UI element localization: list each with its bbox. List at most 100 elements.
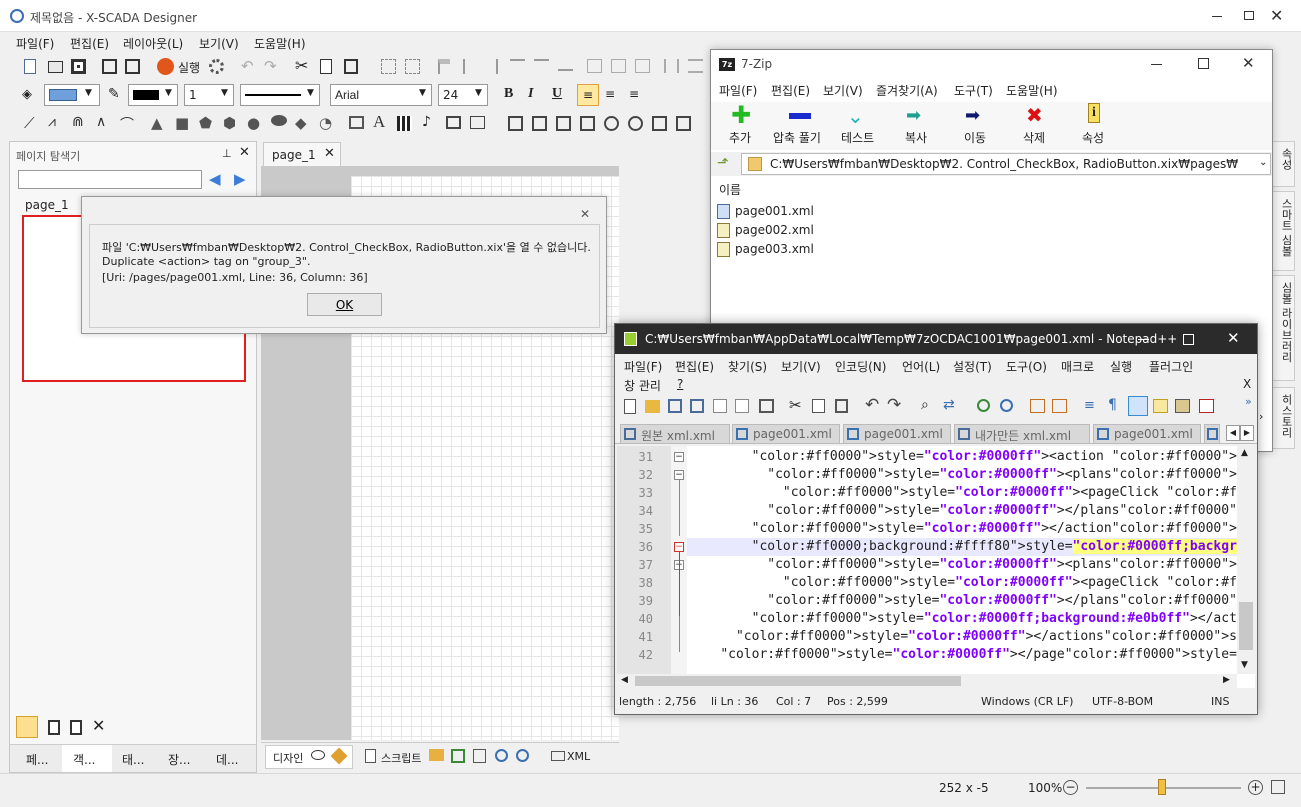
new-icon[interactable]: [24, 59, 36, 74]
tab-scroll-left-icon[interactable]: ◀: [1226, 425, 1240, 441]
npp-open-icon[interactable]: [645, 400, 660, 413]
triangle-tool-icon[interactable]: ▲: [151, 114, 163, 132]
npp-menu-file[interactable]: 파일(F): [624, 358, 662, 375]
video-tool-icon[interactable]: [446, 116, 461, 129]
scroll-thumb[interactable]: [1239, 602, 1253, 650]
menu-edit[interactable]: 편집(E): [70, 35, 109, 52]
code-line[interactable]: 39 </plans> "color:#ff0000">style="color…: [617, 592, 1237, 610]
code-line[interactable]: 38 <pageClick button="0" mode="Replace" …: [617, 574, 1237, 592]
font-name-select[interactable]: Arial ▼: [330, 84, 432, 106]
redo-icon[interactable]: ↷: [264, 57, 277, 75]
fold-box-icon[interactable]: −: [674, 542, 684, 552]
extract-icon[interactable]: [789, 113, 811, 119]
eye-icon[interactable]: [311, 750, 325, 760]
h-scroll-thumb[interactable]: [635, 676, 961, 686]
align-bottom-icon[interactable]: [558, 59, 573, 71]
code-line[interactable]: 34 </plans> "color:#ff0000">style="color…: [617, 502, 1237, 520]
cut-icon[interactable]: ✂: [295, 56, 308, 75]
npp-menu-encoding[interactable]: 인코딩(N): [835, 358, 886, 375]
pin-icon[interactable]: ⊥: [222, 147, 232, 160]
distribute-v-icon[interactable]: [688, 59, 703, 73]
zoom-slider-thumb[interactable]: [1158, 779, 1166, 795]
bezier-tool-icon[interactable]: ∧: [96, 114, 106, 130]
export-icon[interactable]: [451, 749, 465, 763]
zip-menu-favorites[interactable]: 즐겨찾기(A): [876, 82, 938, 99]
test-icon[interactable]: ⌄: [847, 104, 864, 128]
circle-tool-icon[interactable]: ●: [247, 114, 260, 132]
info-icon[interactable]: i: [1088, 103, 1100, 123]
npp-tab-2[interactable]: page001.xml: [732, 424, 840, 444]
align-center-icon[interactable]: [463, 59, 475, 74]
vertical-scrollbar[interactable]: ▲ ▼: [1237, 446, 1255, 674]
npp-save-all-icon[interactable]: [690, 399, 704, 413]
control-5-icon[interactable]: [604, 116, 619, 131]
dock-tab-history[interactable]: 히스토리: [1271, 387, 1295, 449]
run-button-label[interactable]: 실행: [178, 59, 200, 76]
npp-sync-h-icon[interactable]: [1052, 399, 1067, 413]
tab-data[interactable]: 데...: [216, 751, 238, 768]
fold-box-icon[interactable]: −: [674, 470, 684, 480]
undo-icon[interactable]: ↶: [241, 57, 254, 75]
npp-tab-4[interactable]: 내가만든 xml.xml: [954, 424, 1090, 444]
nav-prev-icon[interactable]: ◀: [209, 170, 221, 188]
npp-editor[interactable]: 31 <action view="group_3"> "color:#ff000…: [617, 446, 1255, 688]
zip-path-input[interactable]: C:₩Users₩fmban₩Desktop₩2. Control_CheckB…: [741, 153, 1271, 175]
zip-menu-file[interactable]: 파일(F): [719, 82, 757, 99]
zip-minimize-button[interactable]: [1151, 64, 1162, 65]
npp-replace-icon[interactable]: ⇄: [943, 397, 955, 413]
scroll-down-icon[interactable]: ▼: [1241, 660, 1248, 670]
npp-menu-edit[interactable]: 편집(E): [675, 358, 714, 375]
polygon-tool-icon[interactable]: ◆: [295, 114, 307, 132]
npp-menu-settings[interactable]: 설정(T): [953, 358, 992, 375]
dock-tab-smart-symbol[interactable]: 스마트 심볼: [1271, 191, 1295, 271]
scroll-left-icon[interactable]: ◀: [621, 675, 628, 685]
npp-menu-search[interactable]: 찾기(S): [728, 358, 767, 375]
code-line[interactable]: 37 <plans> "color:#ff0000">style="color:…: [617, 556, 1237, 574]
zip-scroll-right-icon[interactable]: ›: [1259, 410, 1263, 423]
folder-up-icon[interactable]: ⬏: [717, 155, 729, 171]
copy-page-icon[interactable]: [70, 720, 82, 735]
npp-tab-3[interactable]: page001.xml: [843, 424, 951, 444]
building-control-icon[interactable]: [508, 116, 523, 131]
npp-close-all-icon[interactable]: [735, 399, 749, 413]
npp-menu-macro[interactable]: 매크로: [1061, 358, 1094, 375]
image-tool-icon[interactable]: [349, 116, 364, 129]
code-line[interactable]: 31 <action view="group_3"> "color:#ff000…: [617, 448, 1237, 466]
align-left-icon[interactable]: [438, 59, 450, 74]
control-4-icon[interactable]: [580, 116, 595, 131]
zip-extract-label[interactable]: 압축 풀기: [773, 129, 821, 146]
zip-copy-label[interactable]: 복사: [905, 129, 927, 146]
npp-close-icon[interactable]: [713, 399, 727, 413]
zip-menu-view[interactable]: 보기(V): [823, 82, 863, 99]
folder-open-icon[interactable]: [429, 749, 444, 761]
npp-menu-plugins[interactable]: 플러그인: [1149, 358, 1193, 375]
code-line[interactable]: 33 <pageClick button="0" mode="Replace" …: [617, 484, 1237, 502]
npp-menu-view[interactable]: 보기(V): [781, 358, 821, 375]
same-width-icon[interactable]: [587, 59, 602, 73]
npp-zoom-in-icon[interactable]: [977, 399, 990, 412]
npp-indent-guide-icon[interactable]: [1128, 396, 1148, 416]
xml-tab-label[interactable]: XML: [567, 750, 590, 763]
npp-doc-map-icon[interactable]: [1153, 399, 1168, 413]
zoom-out-icon[interactable]: [516, 749, 529, 762]
npp-close-button[interactable]: ✕: [1227, 329, 1240, 347]
fill-bucket-icon[interactable]: ◈: [22, 87, 32, 102]
npp-new-icon[interactable]: [624, 399, 636, 414]
npp-cut-icon[interactable]: ✂: [789, 396, 802, 414]
text-tool-icon[interactable]: A: [373, 112, 385, 132]
code-line[interactable]: 42 </page> "color:#ff0000">style="color:…: [617, 646, 1237, 664]
npp-pilcrow-icon[interactable]: ¶: [1108, 397, 1117, 413]
dock-tab-symbol-library[interactable]: 심볼 라이브러리: [1271, 275, 1295, 381]
tab-close-icon[interactable]: ✕: [324, 146, 335, 161]
zip-menu-edit[interactable]: 편집(E): [771, 82, 810, 99]
print-icon[interactable]: [125, 59, 140, 74]
code-line[interactable]: 40 </action> "color:#ff0000">style="colo…: [617, 610, 1237, 628]
npp-close-doc-x[interactable]: X: [1243, 377, 1251, 391]
close-button[interactable]: ✕: [1270, 6, 1283, 25]
zoom-in-button[interactable]: +: [1248, 780, 1263, 795]
same-size-icon[interactable]: [635, 59, 650, 73]
run-icon[interactable]: [157, 58, 174, 75]
zip-menu-tools[interactable]: 도구(T): [954, 82, 993, 99]
distribute-h-icon[interactable]: [664, 59, 679, 73]
settings-icon[interactable]: [209, 59, 224, 74]
